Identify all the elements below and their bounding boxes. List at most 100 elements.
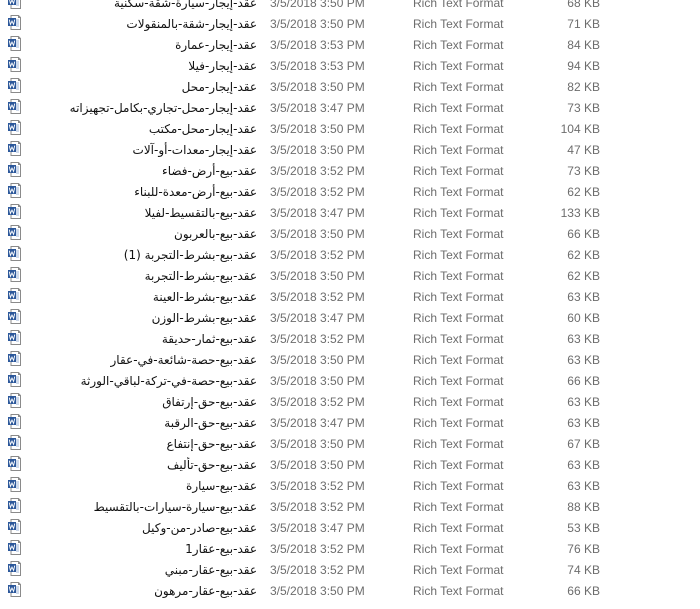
word-rtf-document-icon [8, 141, 21, 156]
list-item[interactable]: عقد-بيع-حصة-شائعة-في-عقار 3/5/2018 3:50 … [0, 349, 700, 370]
list-item[interactable]: عقد-إيجار-سيارة-شقة-سكنية 3/5/2018 3:50 … [0, 0, 700, 13]
file-size: 66 KB [567, 227, 600, 241]
file-name[interactable]: عقد-بيع-سيارة [27, 478, 257, 494]
list-item[interactable]: عقد-إيجار-معدات-أو-آلات 3/5/2018 3:50 PM… [0, 139, 700, 160]
file-name[interactable]: عقد-بيع-بشرط-التجربة (1) [27, 247, 257, 263]
file-name[interactable]: عقد-بيع-صادر-من-وكيل [27, 520, 257, 536]
list-item[interactable]: عقد-بيع-عقار1 3/5/2018 3:52 PM Rich Text… [0, 538, 700, 559]
file-size: 63 KB [567, 395, 600, 409]
file-date-modified: 3/5/2018 3:50 PM [270, 17, 365, 31]
file-size: 94 KB [567, 59, 600, 73]
file-date-modified: 3/5/2018 3:50 PM [270, 143, 365, 157]
file-size: 63 KB [567, 458, 600, 472]
file-name[interactable]: عقد-إيجار-معدات-أو-آلات [27, 142, 257, 158]
list-item[interactable]: عقد-بيع-ثمار-حديقة 3/5/2018 3:52 PM Rich… [0, 328, 700, 349]
list-item[interactable]: عقد-بيع-أرض-معدة-للبناء 3/5/2018 3:52 PM… [0, 181, 700, 202]
file-name[interactable]: عقد-بيع-ثمار-حديقة [27, 331, 257, 347]
file-name[interactable]: عقد-بيع-بشرط-الوزن [27, 310, 257, 326]
file-name[interactable]: عقد-بيع-عقار-مبني [27, 562, 257, 578]
list-item[interactable]: عقد-بيع-عقار-مرهون 3/5/2018 3:50 PM Rich… [0, 580, 700, 601]
file-date-modified: 3/5/2018 3:53 PM [270, 38, 365, 52]
word-rtf-document-icon [8, 15, 21, 30]
file-date-modified: 3/5/2018 3:47 PM [270, 101, 365, 115]
file-size: 73 KB [567, 164, 600, 178]
word-rtf-document-icon [8, 372, 21, 387]
file-name[interactable]: عقد-إيجار-محل-مكتب [27, 121, 257, 137]
file-size: 53 KB [567, 521, 600, 535]
file-name[interactable]: عقد-بيع-حق-إنتفاع [27, 436, 257, 452]
list-item[interactable]: عقد-بيع-عقار-مبني 3/5/2018 3:52 PM Rich … [0, 559, 700, 580]
file-date-modified: 3/5/2018 3:52 PM [270, 185, 365, 199]
file-name[interactable]: عقد-إيجار-فيلا [27, 58, 257, 74]
file-name[interactable]: عقد-بيع-بالتقسيط-لفيلا [27, 205, 257, 221]
list-item[interactable]: عقد-بيع-حق-تأليف 3/5/2018 3:50 PM Rich T… [0, 454, 700, 475]
file-name[interactable]: عقد-بيع-بشرط-العينة [27, 289, 257, 305]
word-rtf-document-icon [8, 225, 21, 240]
file-date-modified: 3/5/2018 3:52 PM [270, 542, 365, 556]
file-size: 63 KB [567, 416, 600, 430]
file-size: 67 KB [567, 437, 600, 451]
file-date-modified: 3/5/2018 3:50 PM [270, 227, 365, 241]
file-name[interactable]: عقد-بيع-حق-إرتفاق [27, 394, 257, 410]
word-rtf-document-icon [8, 267, 21, 282]
word-rtf-document-icon [8, 540, 21, 555]
list-item[interactable]: عقد-إيجار-محل-تجاري-بكامل-تجهيزاته 3/5/2… [0, 97, 700, 118]
file-name[interactable]: عقد-بيع-حق-الرقبة [27, 415, 257, 431]
file-name[interactable]: عقد-إيجار-عمارة [27, 37, 257, 53]
list-item[interactable]: عقد-بيع-بشرط-الوزن 3/5/2018 3:47 PM Rich… [0, 307, 700, 328]
file-date-modified: 3/5/2018 3:52 PM [270, 164, 365, 178]
word-rtf-document-icon [8, 288, 21, 303]
word-rtf-document-icon [8, 393, 21, 408]
file-size: 62 KB [567, 185, 600, 199]
file-name[interactable]: عقد-بيع-أرض-فضاء [27, 163, 257, 179]
file-name[interactable]: عقد-بيع-حصة-في-تركة-لباقي-الورثة [27, 373, 257, 389]
file-size: 74 KB [567, 563, 600, 577]
file-date-modified: 3/5/2018 3:50 PM [270, 584, 365, 598]
list-item[interactable]: عقد-إيجار-عمارة 3/5/2018 3:53 PM Rich Te… [0, 34, 700, 55]
file-name[interactable]: عقد-بيع-بالعربون [27, 226, 257, 242]
list-item[interactable]: عقد-بيع-حق-الرقبة 3/5/2018 3:47 PM Rich … [0, 412, 700, 433]
file-size: 63 KB [567, 479, 600, 493]
list-item[interactable]: عقد-بيع-حق-إنتفاع 3/5/2018 3:50 PM Rich … [0, 433, 700, 454]
word-rtf-document-icon [8, 351, 21, 366]
file-name[interactable]: عقد-بيع-حصة-شائعة-في-عقار [27, 352, 257, 368]
file-name[interactable]: عقد-بيع-عقار1 [27, 541, 257, 557]
file-name[interactable]: عقد-إيجار-شقة-بالمنقولات [27, 16, 257, 32]
file-name[interactable]: عقد-بيع-سيارة-سيارات-بالتقسيط [27, 499, 257, 515]
file-date-modified: 3/5/2018 3:52 PM [270, 500, 365, 514]
list-item[interactable]: عقد-بيع-بشرط-التجربة (1) 3/5/2018 3:52 P… [0, 244, 700, 265]
file-date-modified: 3/5/2018 3:50 PM [270, 122, 365, 136]
word-rtf-document-icon [8, 99, 21, 114]
file-name[interactable]: عقد-إيجار-محل-تجاري-بكامل-تجهيزاته [27, 100, 257, 116]
file-size: 63 KB [567, 353, 600, 367]
list-item[interactable]: عقد-بيع-حصة-في-تركة-لباقي-الورثة 3/5/201… [0, 370, 700, 391]
file-date-modified: 3/5/2018 3:47 PM [270, 206, 365, 220]
file-name[interactable]: عقد-بيع-حق-تأليف [27, 457, 257, 473]
file-name[interactable]: عقد-بيع-أرض-معدة-للبناء [27, 184, 257, 200]
file-date-modified: 3/5/2018 3:52 PM [270, 395, 365, 409]
list-item[interactable]: عقد-بيع-بشرط-التجربة 3/5/2018 3:50 PM Ri… [0, 265, 700, 286]
file-size: 62 KB [567, 269, 600, 283]
file-name[interactable]: عقد-بيع-بشرط-التجربة [27, 268, 257, 284]
file-size: 71 KB [567, 17, 600, 31]
list-item[interactable]: عقد-بيع-بالعربون 3/5/2018 3:50 PM Rich T… [0, 223, 700, 244]
list-item[interactable]: عقد-بيع-بشرط-العينة 3/5/2018 3:52 PM Ric… [0, 286, 700, 307]
file-name[interactable]: عقد-إيجار-محل [27, 79, 257, 95]
list-item[interactable]: عقد-إيجار-محل-مكتب 3/5/2018 3:50 PM Rich… [0, 118, 700, 139]
list-item[interactable]: عقد-بيع-صادر-من-وكيل 3/5/2018 3:47 PM Ri… [0, 517, 700, 538]
file-size: 63 KB [567, 290, 600, 304]
list-item[interactable]: عقد-بيع-سيارة 3/5/2018 3:52 PM Rich Text… [0, 475, 700, 496]
word-rtf-document-icon [8, 519, 21, 534]
list-item[interactable]: عقد-إيجار-محل 3/5/2018 3:50 PM Rich Text… [0, 76, 700, 97]
list-item[interactable]: عقد-إيجار-شقة-بالمنقولات 3/5/2018 3:50 P… [0, 13, 700, 34]
file-name[interactable]: عقد-إيجار-سيارة-شقة-سكنية [27, 0, 257, 11]
list-item[interactable]: عقد-بيع-أرض-فضاء 3/5/2018 3:52 PM Rich T… [0, 160, 700, 181]
word-rtf-document-icon [8, 561, 21, 576]
file-size: 133 KB [560, 206, 600, 220]
list-item[interactable]: عقد-بيع-بالتقسيط-لفيلا 3/5/2018 3:47 PM … [0, 202, 700, 223]
list-item[interactable]: عقد-بيع-حق-إرتفاق 3/5/2018 3:52 PM Rich … [0, 391, 700, 412]
list-item[interactable]: عقد-إيجار-فيلا 3/5/2018 3:53 PM Rich Tex… [0, 55, 700, 76]
list-item[interactable]: عقد-بيع-سيارة-سيارات-بالتقسيط 3/5/2018 3… [0, 496, 700, 517]
word-rtf-document-icon [8, 120, 21, 135]
file-name[interactable]: عقد-بيع-عقار-مرهون [27, 583, 257, 599]
